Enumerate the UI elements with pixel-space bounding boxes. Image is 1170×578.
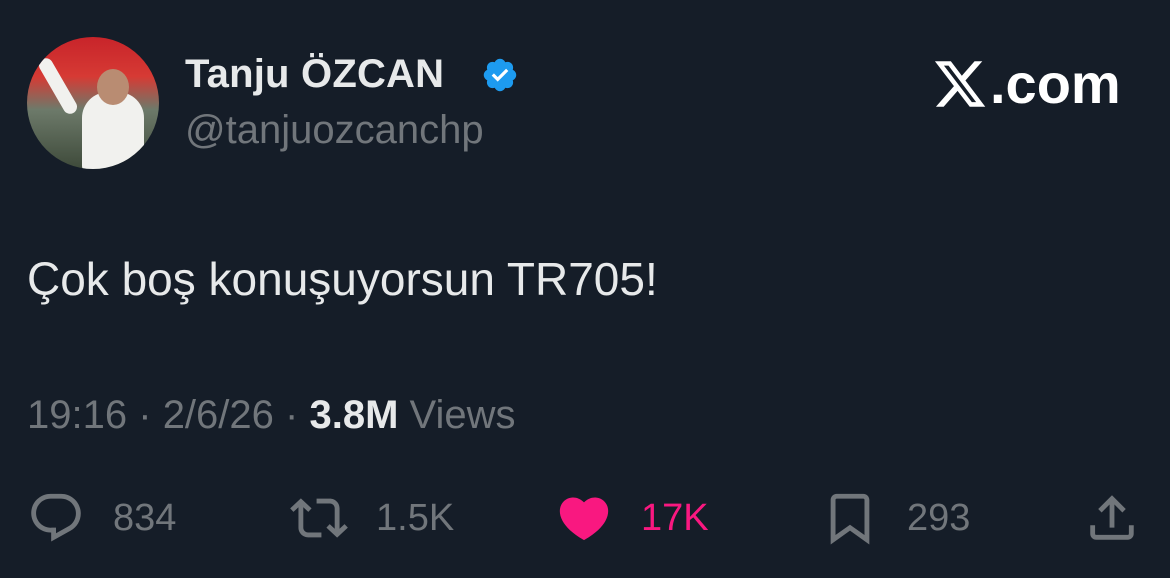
tweet-time[interactable]: 19:16 bbox=[27, 393, 127, 437]
author-handle[interactable]: @tanjuozcanchp bbox=[185, 108, 484, 153]
meta-separator: · bbox=[138, 393, 152, 437]
heart-icon bbox=[559, 497, 609, 541]
action-bar: 834 1.5K 17K 293 bbox=[0, 488, 1170, 548]
bookmark-icon bbox=[830, 493, 870, 545]
share-button[interactable] bbox=[1083, 488, 1141, 548]
retweet-button[interactable]: 1.5K bbox=[290, 488, 454, 548]
reply-icon bbox=[31, 493, 81, 542]
bookmark-button[interactable]: 293 bbox=[821, 488, 970, 548]
views-count: 3.8M bbox=[309, 393, 399, 437]
verified-badge-icon bbox=[483, 58, 517, 92]
avatar[interactable] bbox=[27, 37, 159, 169]
retweet-count: 1.5K bbox=[376, 496, 455, 539]
x-logo-icon bbox=[934, 61, 986, 107]
author-name[interactable]: Tanju ÖZCAN bbox=[185, 52, 444, 97]
retweet-icon bbox=[290, 498, 348, 538]
like-button[interactable]: 17K bbox=[555, 488, 709, 548]
meta-separator: · bbox=[285, 393, 299, 437]
brand-text: .com bbox=[990, 52, 1121, 115]
tweet-date[interactable]: 2/6/26 bbox=[163, 393, 274, 437]
share-icon bbox=[1090, 495, 1134, 540]
tweet-text: Çok boş konuşuyorsun TR705! bbox=[27, 253, 658, 305]
avatar-head bbox=[97, 69, 129, 105]
views-label: Views bbox=[409, 393, 516, 437]
reply-count: 834 bbox=[113, 496, 177, 539]
brand-watermark: .com bbox=[932, 56, 1121, 112]
like-count: 17K bbox=[641, 496, 709, 539]
reply-button[interactable]: 834 bbox=[27, 488, 176, 548]
bookmark-count: 293 bbox=[907, 496, 971, 539]
tweet-meta: 19:16 · 2/6/26 · 3.8M Views bbox=[27, 393, 516, 438]
avatar-arm bbox=[36, 55, 80, 117]
